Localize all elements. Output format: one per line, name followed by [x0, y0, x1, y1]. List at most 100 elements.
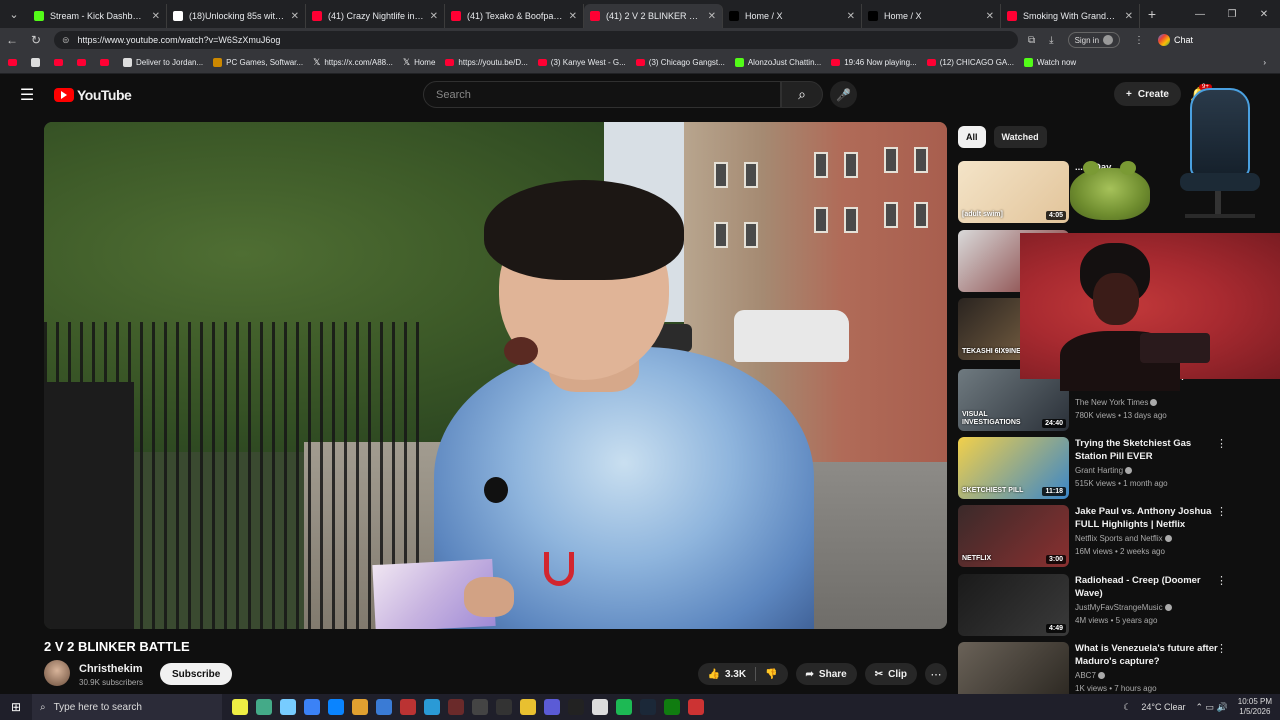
dislike-icon[interactable]: 👎: [765, 669, 777, 680]
back-icon[interactable]: ←: [0, 33, 24, 47]
more-options-icon[interactable]: ⋮: [1216, 505, 1227, 518]
youtube-logo[interactable]: YouTube: [54, 87, 132, 103]
taskbar-app-icon[interactable]: [592, 699, 608, 715]
taskbar-app-icon[interactable]: [496, 699, 512, 715]
taskbar-app-icon[interactable]: [376, 699, 392, 715]
browser-tab[interactable]: (41) Texako & Boofpaxkmoo ✕: [445, 4, 584, 28]
filter-chip[interactable]: Watched: [993, 126, 1047, 148]
tab-close-icon[interactable]: ✕: [152, 11, 160, 22]
tab-close-icon[interactable]: ✕: [986, 11, 994, 22]
bookmark-item[interactable]: [8, 59, 21, 66]
video-thumbnail[interactable]: NETFLIX 3:00: [958, 505, 1069, 567]
taskbar-app-icon[interactable]: [304, 699, 320, 715]
reload-icon[interactable]: ↻: [24, 33, 48, 47]
more-options-icon[interactable]: ⋮: [1216, 437, 1227, 450]
bookmarks-overflow-icon[interactable]: ›: [1263, 58, 1280, 67]
bookmark-item[interactable]: 𝕏https://x.com/A88...: [313, 57, 393, 68]
bookmark-item[interactable]: [77, 59, 90, 66]
recommended-channel[interactable]: ABC7: [1075, 671, 1105, 680]
browser-tab[interactable]: (18)Unlocking 85s with Und ✕: [167, 4, 306, 28]
bookmark-item[interactable]: [31, 58, 44, 67]
bookmark-item[interactable]: 19:46 Now playing...: [831, 58, 917, 67]
menu-icon[interactable]: ⋮: [1134, 35, 1144, 46]
extensions-icon[interactable]: ⧉: [1028, 35, 1035, 46]
tab-close-icon[interactable]: ✕: [1125, 11, 1133, 22]
recommended-video[interactable]: SKETCHIEST PILL 11:18 Trying the Sketchies…: [958, 437, 1268, 499]
taskbar-search[interactable]: ⌕ Type here to search: [32, 694, 222, 720]
recommended-title[interactable]: Jake Paul vs. Anthony Joshua FULL Highli…: [1075, 505, 1225, 531]
weather-text[interactable]: 24°C Clear: [1141, 702, 1185, 712]
taskbar-app-icon[interactable]: [256, 699, 272, 715]
bookmark-item[interactable]: Watch now: [1023, 58, 1076, 67]
browser-tab[interactable]: Home / X ✕: [723, 4, 862, 28]
taskbar-app-icon[interactable]: [400, 699, 416, 715]
browser-tab[interactable]: Smoking With Grandma on ✕: [1001, 4, 1140, 28]
taskbar-app-icon[interactable]: [568, 699, 584, 715]
sign-in-button[interactable]: Sign in: [1067, 32, 1121, 48]
bookmark-item[interactable]: [54, 59, 67, 66]
chat-button[interactable]: Chat: [1158, 34, 1193, 46]
tab-close-icon[interactable]: ✕: [569, 11, 577, 22]
taskbar-app-icon[interactable]: [328, 699, 344, 715]
taskbar-app-icon[interactable]: [640, 699, 656, 715]
bookmark-item[interactable]: https://youtu.be/D...: [445, 58, 528, 67]
taskbar-app-icon[interactable]: [280, 699, 296, 715]
more-actions-icon[interactable]: ⋯: [925, 663, 947, 685]
restore-icon[interactable]: ❐: [1216, 9, 1248, 20]
recommended-video[interactable]: 4:49 Radiohead - Creep (Doomer Wave) JustM…: [958, 574, 1268, 636]
tray-icons[interactable]: ⌃ ▭ 🔊: [1195, 702, 1227, 713]
voice-search-button[interactable]: 🎤: [830, 81, 857, 108]
clip-button[interactable]: ✂ Clip: [864, 663, 917, 685]
recommended-video[interactable]: NETFLIX 3:00 Jake Paul vs. Anthony Joshua …: [958, 505, 1268, 567]
video-thumbnail[interactable]: 4:49: [958, 574, 1069, 636]
like-count[interactable]: 3.3K: [725, 669, 746, 680]
taskbar-app-icon[interactable]: [424, 699, 440, 715]
tab-close-icon[interactable]: ✕: [708, 11, 716, 22]
more-options-icon[interactable]: ⋮: [1216, 642, 1227, 655]
minimize-icon[interactable]: —: [1184, 9, 1216, 20]
weather-icon[interactable]: ☾: [1123, 702, 1131, 713]
windows-start-icon[interactable]: ⊞: [0, 700, 32, 714]
video-thumbnail[interactable]: SKETCHIEST PILL 11:18: [958, 437, 1069, 499]
browser-tab[interactable]: (41) 2 V 2 BLINKER BATTLE ✕: [584, 4, 723, 28]
video-player[interactable]: [44, 122, 947, 629]
recommended-channel[interactable]: Grant Harting: [1075, 466, 1133, 475]
tab-close-icon[interactable]: ✕: [291, 11, 299, 22]
channel-avatar[interactable]: [44, 660, 70, 686]
bookmark-item[interactable]: 𝕏 Home: [403, 57, 436, 68]
taskbar-app-icon[interactable]: [616, 699, 632, 715]
subscribe-button[interactable]: Subscribe: [160, 663, 233, 685]
address-bar[interactable]: ⊜ https://www.youtube.com/watch?v=W6SzXm…: [54, 31, 1018, 49]
recommended-channel[interactable]: JustMyFavStrangeMusic: [1075, 603, 1172, 612]
recommended-title[interactable]: What is Venezuela's future after Maduro'…: [1075, 642, 1225, 668]
bookmark-item[interactable]: (12) CHICAGO GA...: [926, 58, 1014, 67]
share-button[interactable]: ➦ Share: [795, 663, 857, 685]
taskbar-app-icon[interactable]: [688, 699, 704, 715]
search-button[interactable]: ⌕: [781, 81, 823, 108]
site-info-icon[interactable]: ⊜: [62, 35, 70, 46]
taskbar-app-icon[interactable]: [232, 699, 248, 715]
taskbar-app-icon[interactable]: [472, 699, 488, 715]
browser-tab[interactable]: (41) Crazy Nightlife in Nassa ✕: [306, 4, 445, 28]
bookmark-item[interactable]: [100, 59, 113, 66]
close-window-icon[interactable]: ✕: [1248, 9, 1280, 20]
channel-name[interactable]: Christhekim: [79, 663, 143, 675]
taskbar-app-icon[interactable]: [448, 699, 464, 715]
more-options-icon[interactable]: ⋮: [1216, 574, 1227, 587]
video-thumbnail[interactable]: [adult swim] 4:05: [958, 161, 1069, 223]
filter-chip[interactable]: All: [958, 126, 986, 148]
bookmark-item[interactable]: AlonzoJust Chattin...: [734, 58, 821, 67]
recommended-channel[interactable]: The New York Times: [1075, 398, 1158, 407]
recommended-title[interactable]: Trying the Sketchiest Gas Station Pill E…: [1075, 437, 1225, 463]
new-tab-button[interactable]: +: [1140, 6, 1164, 22]
hamburger-menu-icon[interactable]: ☰: [0, 85, 54, 105]
tab-close-icon[interactable]: ✕: [430, 11, 438, 22]
tab-search-icon[interactable]: ⌄: [0, 0, 28, 28]
tab-close-icon[interactable]: ✕: [847, 11, 855, 22]
bookmark-item[interactable]: (3) Chicago Gangst...: [635, 58, 725, 67]
browser-tab[interactable]: Stream - Kick Dashboard ✕: [28, 4, 167, 28]
bookmark-item[interactable]: PC Games, Softwar...: [213, 58, 303, 67]
recommended-channel[interactable]: Netflix Sports and Netflix: [1075, 534, 1172, 543]
search-input[interactable]: Search: [423, 81, 781, 108]
bookmark-item[interactable]: Deliver to Jordan...: [123, 58, 203, 67]
